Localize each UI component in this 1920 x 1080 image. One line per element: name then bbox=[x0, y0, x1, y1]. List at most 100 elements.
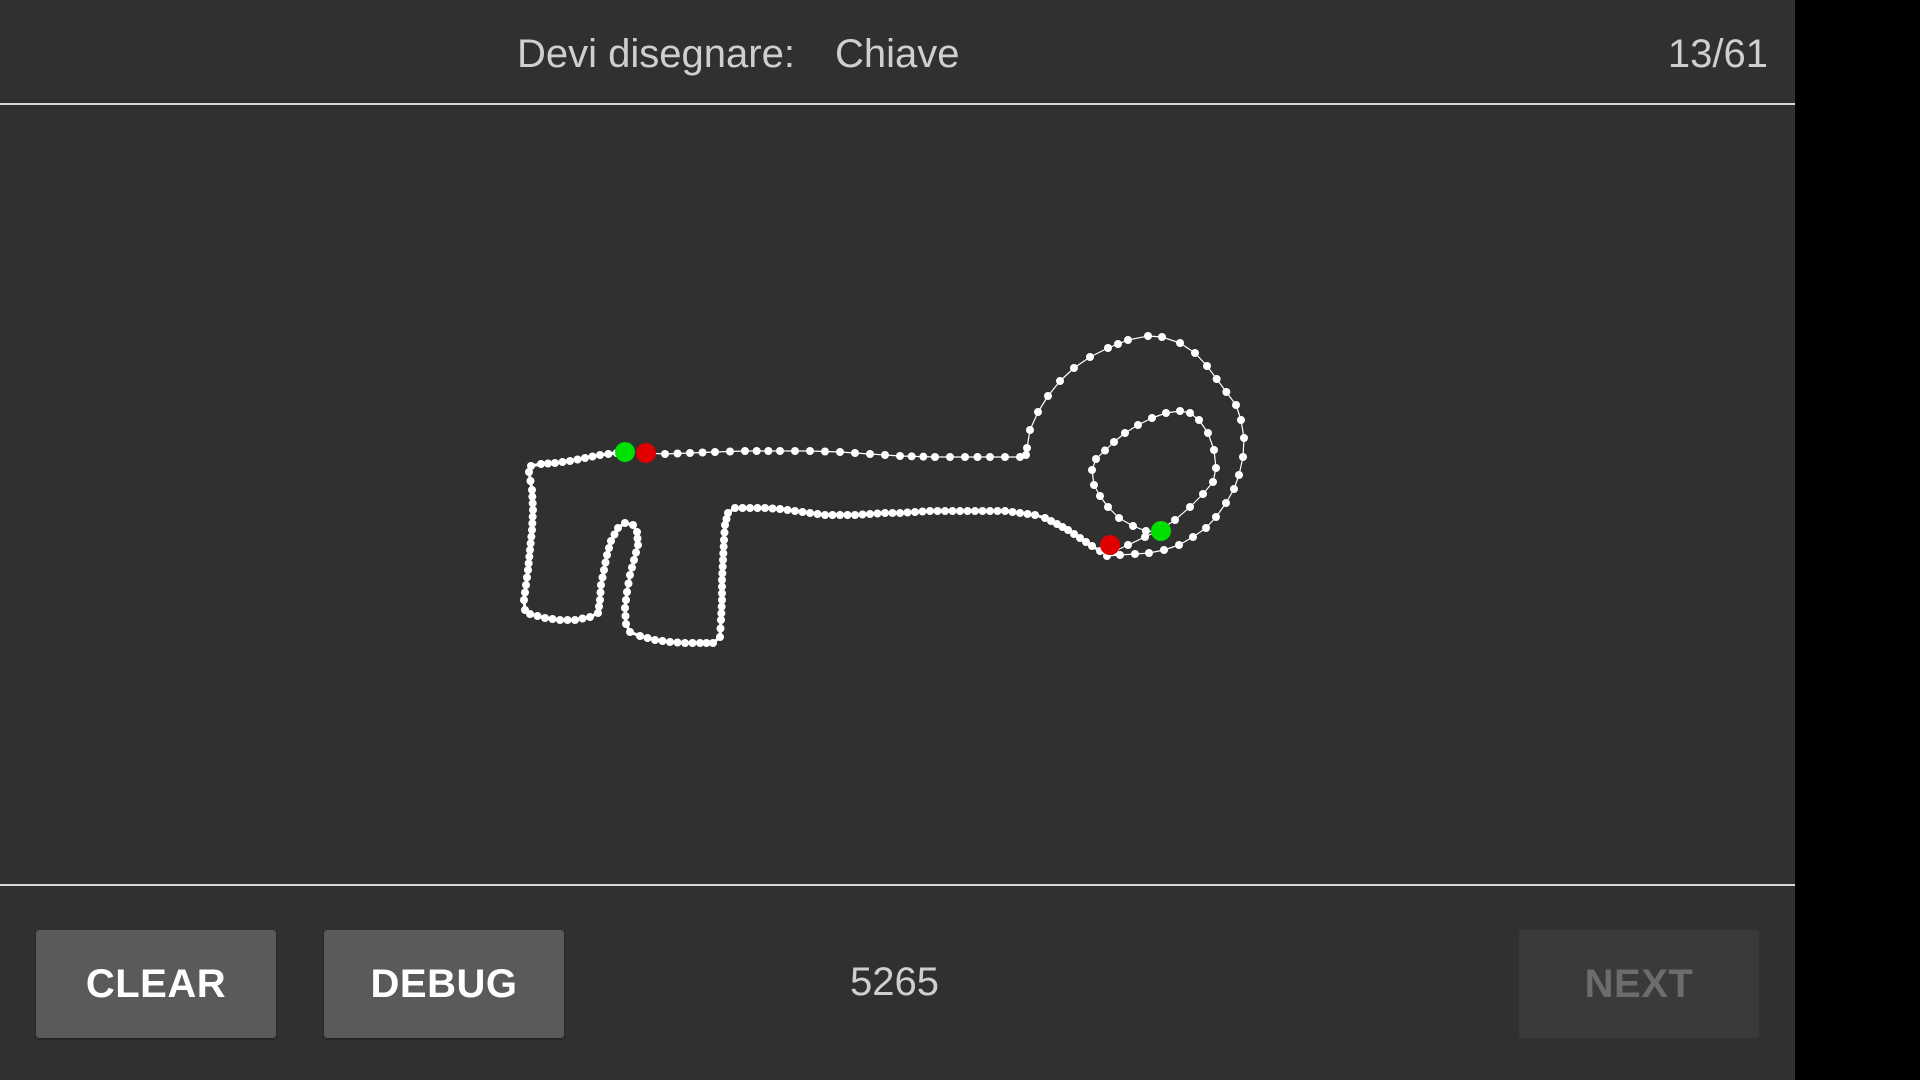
stroke-point bbox=[1175, 541, 1183, 549]
stroke-point bbox=[1204, 429, 1212, 437]
stroke-point bbox=[1034, 408, 1042, 416]
stroke-point bbox=[614, 524, 622, 532]
stroke-point bbox=[603, 551, 611, 559]
stroke-point bbox=[524, 566, 532, 574]
stroke-point bbox=[711, 448, 719, 456]
stroke-point bbox=[581, 454, 589, 462]
stroke-point bbox=[563, 616, 572, 624]
stroke-point bbox=[873, 509, 882, 518]
stroke-point bbox=[918, 507, 927, 516]
stroke-end-marker-2 bbox=[1151, 521, 1171, 541]
stroke-point bbox=[1222, 388, 1231, 396]
stroke-point bbox=[1158, 333, 1166, 341]
stroke-point bbox=[1001, 453, 1009, 461]
stroke-point bbox=[963, 507, 972, 515]
stroke-point bbox=[1160, 546, 1168, 554]
stroke-point bbox=[1101, 446, 1109, 455]
stroke-point bbox=[537, 460, 545, 468]
stroke-point bbox=[851, 449, 859, 457]
stroke-point bbox=[556, 616, 564, 624]
stroke-point bbox=[919, 452, 928, 461]
stroke-point bbox=[1176, 407, 1184, 415]
stroke-point bbox=[1186, 409, 1194, 417]
stroke-point bbox=[843, 511, 852, 519]
stroke-point bbox=[600, 566, 608, 574]
stroke-point bbox=[738, 504, 747, 512]
stroke-point bbox=[1189, 533, 1197, 541]
stroke-point bbox=[1001, 507, 1009, 515]
stroke-point bbox=[1148, 414, 1156, 422]
stroke-point bbox=[858, 510, 867, 519]
stroke-point bbox=[720, 536, 728, 544]
stroke-point bbox=[903, 508, 912, 517]
stroke-point bbox=[896, 452, 904, 460]
stroke-point bbox=[1235, 471, 1243, 479]
stroke-point bbox=[621, 604, 629, 612]
stroke-point bbox=[791, 507, 799, 515]
stroke-point bbox=[1222, 499, 1230, 507]
stroke-point bbox=[621, 612, 630, 620]
stroke-point bbox=[1186, 503, 1194, 511]
stroke-point bbox=[578, 614, 587, 623]
stroke-point bbox=[961, 453, 969, 461]
stroke-point bbox=[598, 573, 607, 582]
stroke-point bbox=[907, 452, 916, 461]
stroke-point bbox=[626, 571, 634, 579]
stroke-point bbox=[1232, 401, 1240, 409]
stroke-point bbox=[1237, 416, 1245, 424]
stroke-point bbox=[720, 528, 729, 537]
stroke-point bbox=[586, 613, 594, 621]
drawing-surface[interactable] bbox=[0, 105, 1795, 886]
stroke-point bbox=[630, 556, 638, 564]
stroke-point bbox=[956, 507, 964, 515]
stroke-point bbox=[896, 509, 904, 517]
stroke-point bbox=[1088, 466, 1096, 474]
stroke-point bbox=[597, 581, 605, 589]
stroke-point bbox=[626, 628, 634, 636]
stroke-point bbox=[821, 511, 829, 519]
stroke-point bbox=[836, 448, 844, 456]
drawing-canvas[interactable] bbox=[0, 105, 1795, 886]
stroke-point bbox=[605, 544, 613, 552]
stroke-point bbox=[1090, 481, 1098, 489]
stroke-point bbox=[1023, 444, 1031, 452]
stroke-point bbox=[986, 507, 994, 515]
stroke-point bbox=[1056, 377, 1064, 385]
stroke-point bbox=[1239, 453, 1247, 461]
stroke-point bbox=[828, 511, 837, 519]
stroke-point bbox=[1008, 508, 1017, 516]
stroke-point bbox=[544, 459, 552, 468]
stroke-point bbox=[1240, 434, 1248, 442]
stroke-point bbox=[551, 459, 559, 467]
stroke-point bbox=[1195, 416, 1203, 424]
clear-button[interactable]: CLEAR bbox=[36, 930, 276, 1038]
stroke-point bbox=[1114, 340, 1122, 348]
stroke-point bbox=[1124, 336, 1132, 344]
stroke-point bbox=[1104, 344, 1112, 352]
next-button[interactable]: NEXT bbox=[1519, 930, 1759, 1038]
stroke-point bbox=[673, 449, 682, 458]
stroke-point bbox=[658, 637, 667, 645]
stroke-point bbox=[866, 510, 874, 518]
stroke-point bbox=[1203, 362, 1211, 370]
stroke-point bbox=[622, 596, 630, 604]
stroke-start-marker bbox=[615, 442, 635, 462]
stroke-point bbox=[746, 504, 754, 512]
stroke-point bbox=[1070, 364, 1078, 372]
stroke-point bbox=[946, 453, 954, 461]
stroke-point bbox=[1171, 516, 1179, 524]
drawn-stroke bbox=[646, 335, 1245, 557]
stroke-point bbox=[688, 639, 697, 647]
stroke-point bbox=[948, 507, 957, 515]
stroke-point bbox=[628, 563, 636, 572]
stroke-point bbox=[621, 519, 629, 527]
stroke-point bbox=[522, 581, 530, 589]
debug-button[interactable]: DEBUG bbox=[324, 930, 564, 1038]
stroke-point bbox=[596, 596, 604, 604]
stroke-point bbox=[573, 455, 582, 464]
footer-bar: CLEAR DEBUG 5265 NEXT bbox=[0, 886, 1795, 1080]
stroke-point bbox=[661, 450, 669, 458]
stroke-point bbox=[768, 504, 777, 513]
stroke-point bbox=[911, 508, 919, 516]
stroke-point bbox=[716, 633, 724, 641]
